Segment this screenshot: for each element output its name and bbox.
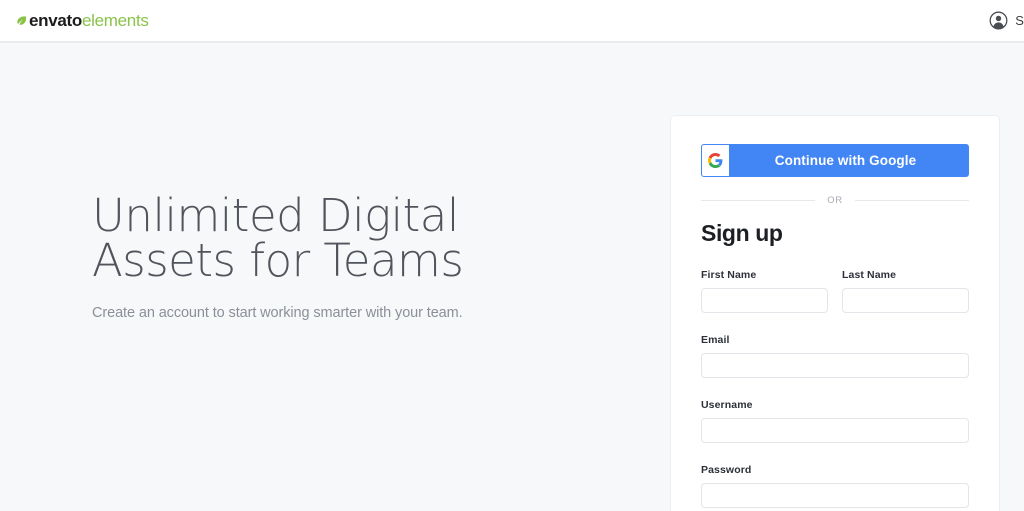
logo-text-envato: envato [29,10,82,30]
username-label: Username [701,399,753,411]
signup-heading: Sign up [701,220,783,246]
leaf-icon [17,16,27,25]
page-content: Unlimited Digital Assets for Teams Creat… [0,42,1024,511]
divider-line-left [701,200,816,201]
avatar-icon [989,11,1008,30]
hero-title-line-2: Assets for Teams [92,234,464,287]
first-name-group: First Name [701,269,828,313]
hero-section: Unlimited Digital Assets for Teams Creat… [0,43,670,321]
first-name-label: First Name [701,269,757,281]
google-g-icon [702,145,729,176]
signin-label: Sig [1015,13,1024,28]
username-input[interactable] [701,418,969,443]
page-title: Unlimited Digital Assets for Teams [92,193,472,283]
username-group: Username [701,399,969,443]
divider-label: OR [827,195,843,206]
email-input[interactable] [701,353,969,378]
logo-text-elements: elements [82,10,149,30]
email-group: Email [701,334,969,378]
continue-with-google-button[interactable]: Continue with Google [701,144,969,177]
or-divider: OR [701,195,970,206]
password-group: Password Use 8 or more characters with a… [701,464,969,511]
last-name-label: Last Name [842,269,897,281]
name-fields-row: First Name Last Name [701,269,969,313]
last-name-group: Last Name [842,269,969,313]
last-name-input[interactable] [842,288,969,313]
account-signin-link[interactable]: Sig [989,11,1024,30]
site-header: envatoelements Sig [0,0,1024,42]
divider-line-right [854,200,970,201]
password-label: Password [701,464,752,476]
password-input[interactable] [701,483,969,508]
signup-card: Continue with Google OR Sign up First Na… [670,115,1000,511]
envato-elements-logo[interactable]: envato elements [16,11,149,31]
email-label: Email [701,334,730,346]
first-name-input[interactable] [701,288,828,313]
google-button-label: Continue with Google [774,153,917,168]
hero-subtitle: Create an account to start working smart… [92,305,463,321]
